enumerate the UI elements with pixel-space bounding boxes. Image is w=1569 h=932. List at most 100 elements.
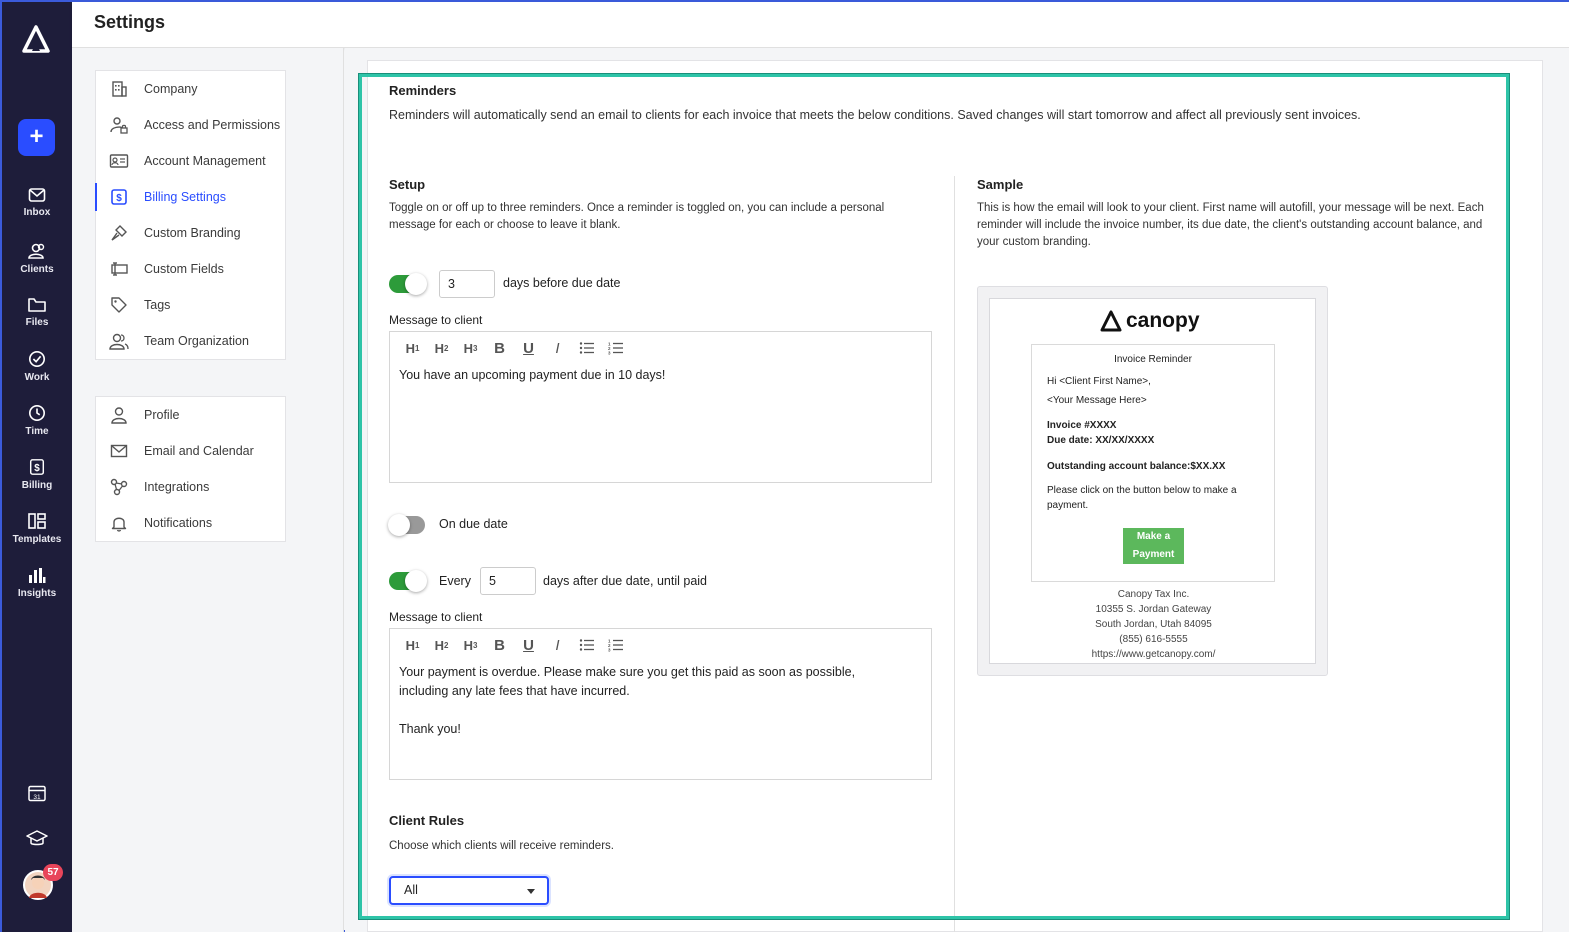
bullet-list-button[interactable] [572, 635, 601, 655]
reminder-3-message-text[interactable]: Your payment is overdue. Please make sur… [399, 663, 855, 739]
calendar-icon[interactable]: 31 [27, 784, 47, 802]
italic-button[interactable]: I [543, 635, 572, 655]
page-title: Settings [94, 12, 166, 32]
canopy-logo-icon [1100, 310, 1122, 332]
reminder-1-message-text[interactable]: You have an upcoming payment due in 10 d… [399, 366, 665, 385]
reminder-3-suffix: days after due date, until paid [543, 574, 708, 588]
rail-label: Insights [17, 588, 57, 599]
nav-item-label: Custom Branding [144, 226, 241, 240]
email-balance: Outstanding account balance:$XX.XX [1047, 461, 1226, 472]
id-card-icon [109, 151, 129, 171]
email-body: Invoice Reminder Hi <Client First Name>,… [1031, 344, 1275, 582]
underline-button[interactable]: U [514, 635, 543, 655]
settings-nav: Company Access and Permissions Account M… [72, 48, 344, 932]
bold-button[interactable]: B [485, 635, 514, 655]
reminder-1-days-input[interactable]: 3 [439, 270, 495, 298]
person-icon [109, 405, 129, 425]
rail-label: Time [25, 426, 49, 437]
reminder-1-toggle[interactable] [389, 273, 427, 295]
nav-item-email-calendar[interactable]: Email and Calendar [96, 433, 285, 469]
rail-work[interactable]: Work [2, 350, 72, 383]
nav-item-account-management[interactable]: Account Management [96, 143, 285, 179]
rail-inbox[interactable]: Inbox [2, 187, 72, 218]
page-header: Settings [72, 2, 1569, 48]
reminder-3-toggle[interactable] [389, 570, 427, 592]
reminder-3-days-input[interactable]: 5 [480, 567, 536, 595]
sample-email-preview: canopy Invoice Reminder Hi <Client First… [977, 286, 1328, 676]
rail-insights[interactable]: Insights [2, 566, 72, 599]
numbered-list-icon: 123 [608, 639, 623, 652]
setup-title: Setup [389, 177, 426, 192]
svg-text:3: 3 [608, 351, 611, 356]
bullet-list-button[interactable] [572, 338, 601, 358]
numbered-list-button[interactable]: 123 [601, 635, 630, 655]
brush-icon [109, 223, 129, 243]
rail-billing[interactable]: $ Billing [2, 458, 72, 491]
nav-item-label: Profile [144, 408, 180, 422]
rail-files[interactable]: Files [2, 297, 72, 328]
rail-label: Billing [21, 480, 53, 491]
client-rules-description: Choose which clients will receive remind… [389, 840, 614, 852]
bold-button[interactable]: B [485, 338, 514, 358]
canopy-logo-icon[interactable] [21, 24, 51, 54]
notification-badge: 57 [43, 864, 63, 881]
email-message-placeholder: <Your Message Here> [1047, 395, 1147, 406]
email-due-date: Due date: XX/XX/XXXX [1047, 435, 1155, 446]
nav-item-integrations[interactable]: Integrations [96, 469, 285, 505]
canopy-brand: canopy [1099, 309, 1200, 333]
graduation-cap-icon[interactable] [26, 829, 48, 847]
avatar[interactable]: 57 [23, 864, 63, 900]
h3-button[interactable]: H3 [456, 635, 485, 655]
nav-item-billing-settings[interactable]: $ Billing Settings [95, 179, 285, 215]
reminder-3-message-editor[interactable]: H1 H2 H3 B U I 123 Your payment is overd… [389, 628, 932, 780]
make-payment-button: Make a Payment [1123, 528, 1184, 564]
rail-time[interactable]: Time [2, 404, 72, 437]
italic-button[interactable]: I [543, 338, 572, 358]
h2-button[interactable]: H2 [427, 338, 456, 358]
h3-button[interactable]: H3 [456, 338, 485, 358]
bar-chart-icon [29, 568, 46, 583]
fields-icon [109, 259, 129, 279]
nav-item-access[interactable]: Access and Permissions [96, 107, 285, 143]
rail-clients[interactable]: Clients [2, 242, 72, 275]
clock-icon [28, 404, 46, 422]
people-icon [28, 243, 45, 259]
nav-item-label: Custom Fields [144, 262, 224, 276]
building-icon [109, 79, 129, 99]
setup-description: Toggle on or off up to three reminders. … [389, 202, 885, 231]
footer-address-2: South Jordan, Utah 84095 [1095, 619, 1212, 630]
reminders-title: Reminders [389, 83, 457, 98]
nav-item-label: Integrations [144, 480, 210, 494]
nav-item-company[interactable]: Company [96, 71, 285, 107]
nav-item-label: Tags [144, 298, 171, 312]
h1-button[interactable]: H1 [398, 338, 427, 358]
reminders-card [367, 60, 1543, 932]
reminder-2-toggle[interactable] [388, 514, 425, 536]
nav-item-profile[interactable]: Profile [96, 397, 285, 433]
sample-description: This is how the email will look to your … [977, 202, 1484, 248]
reminder-1-message-editor[interactable]: H1 H2 H3 B U I 123 You have an upcoming … [389, 331, 932, 483]
nav-item-label: Billing Settings [144, 190, 226, 204]
nav-item-tags[interactable]: Tags [96, 287, 285, 323]
sample-email-card: canopy Invoice Reminder Hi <Client First… [989, 298, 1316, 664]
client-rules-select[interactable]: All [389, 876, 549, 905]
underline-button[interactable]: U [514, 338, 543, 358]
nav-item-team-organization[interactable]: Team Organization [96, 323, 285, 359]
rail-label: Files [25, 317, 49, 328]
team-icon [109, 331, 129, 351]
add-button[interactable]: + [18, 119, 55, 156]
nav-item-custom-fields[interactable]: Custom Fields [96, 251, 285, 287]
footer-website: https://www.getcanopy.com/ [1091, 649, 1216, 660]
nav-item-label: Team Organization [144, 334, 249, 348]
reminder-2-label: On due date [439, 517, 508, 531]
h1-button[interactable]: H1 [398, 635, 427, 655]
numbered-list-button[interactable]: 123 [601, 338, 630, 358]
nav-item-notifications[interactable]: Notifications [96, 505, 285, 541]
nav-item-custom-branding[interactable]: Custom Branding [96, 215, 285, 251]
reminder-3-message-label: Message to client [389, 610, 483, 624]
email-greeting: Hi <Client First Name>, [1047, 376, 1151, 387]
rail-label: Work [24, 372, 50, 383]
h2-button[interactable]: H2 [427, 635, 456, 655]
reminder-1-message-label: Message to client [389, 313, 483, 327]
rail-templates[interactable]: Templates [2, 512, 72, 545]
